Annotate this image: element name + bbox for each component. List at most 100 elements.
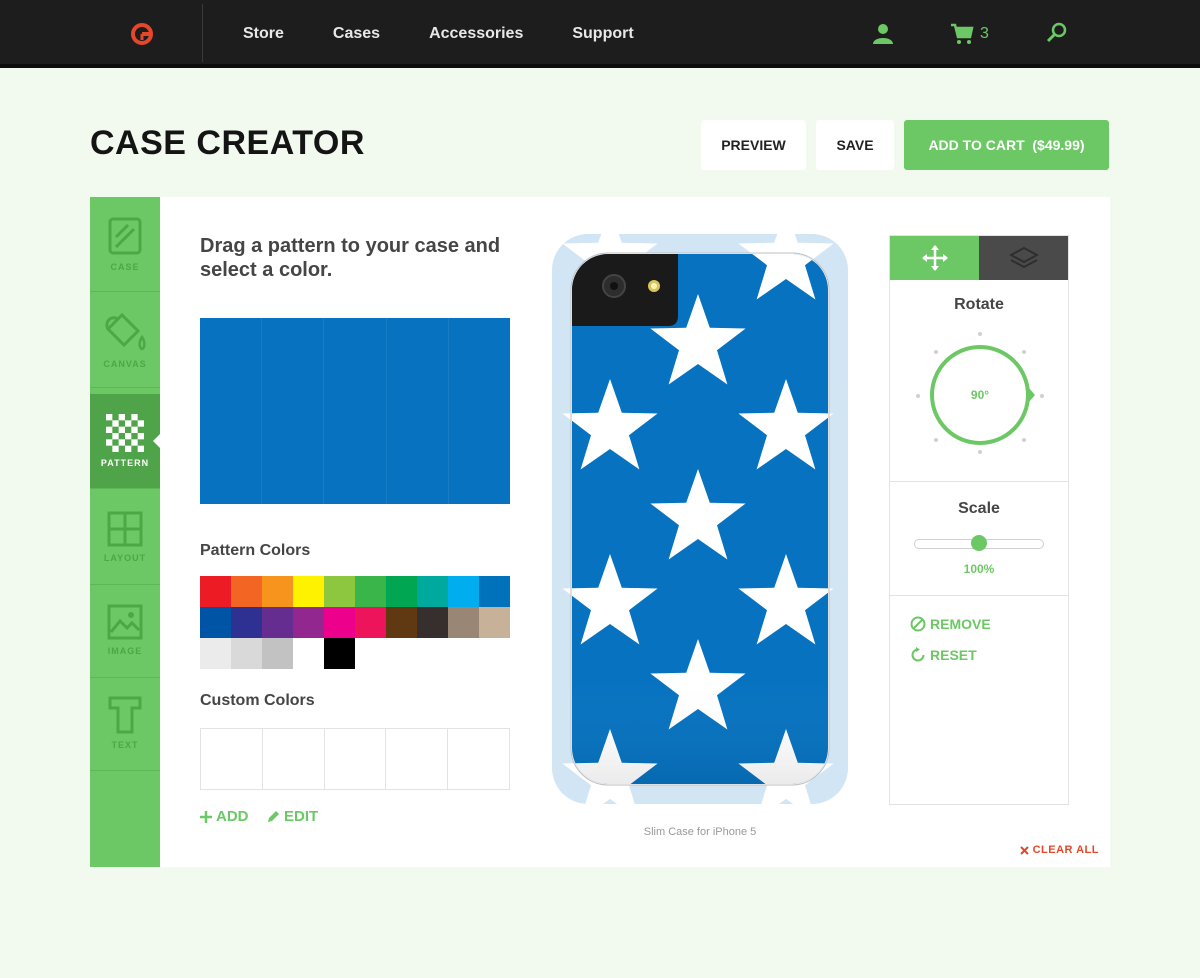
case-icon	[108, 217, 142, 255]
tool-sidebar: CASE CANVAS PATTERN LAYOUT IMAGE TEXT	[90, 197, 161, 867]
pattern-swatch[interactable]	[200, 318, 510, 504]
color-swatch[interactable]	[324, 638, 355, 669]
color-swatch[interactable]	[448, 576, 479, 607]
transform-tools-panel: Rotate 90° Scale 100% REMOVE RESET	[889, 235, 1069, 805]
sidebar-item-case[interactable]: CASE	[90, 197, 160, 292]
color-swatch[interactable]	[386, 576, 417, 607]
color-swatch[interactable]	[324, 607, 355, 638]
nav-link-accessories[interactable]: Accessories	[429, 25, 523, 43]
tool-tabs	[890, 236, 1068, 280]
add-to-cart-button[interactable]: ADD TO CART ($49.99)	[904, 120, 1109, 170]
nav-link-cases[interactable]: Cases	[333, 25, 380, 43]
color-swatch[interactable]	[200, 607, 231, 638]
page-title: CASE CREATOR	[90, 124, 365, 162]
remove-button[interactable]: REMOVE	[910, 616, 991, 632]
checkerboard-icon	[106, 414, 144, 452]
reset-button[interactable]: RESET	[910, 647, 977, 663]
pattern-instructions: Drag a pattern to your case and select a…	[200, 235, 501, 281]
color-swatch[interactable]	[231, 638, 262, 669]
pattern-color-palette	[200, 576, 510, 669]
scale-value: 100%	[963, 562, 995, 576]
nav-link-support[interactable]: Support	[572, 25, 633, 43]
color-swatch[interactable]	[262, 607, 293, 638]
sidebar-item-label: CASE	[110, 262, 140, 272]
text-icon	[108, 696, 142, 734]
color-swatch[interactable]	[231, 576, 262, 607]
case-model-caption: Slim Case for iPhone 5	[643, 826, 757, 838]
nav-link-store[interactable]: Store	[243, 25, 284, 43]
pattern-colors-heading: Pattern Colors	[200, 542, 311, 559]
preview-button[interactable]: PREVIEW	[701, 120, 806, 170]
pattern-stripe	[200, 318, 263, 504]
custom-color-slot[interactable]	[201, 729, 263, 789]
case-creator-panel: CASE CANVAS PATTERN LAYOUT IMAGE TEXT Dr…	[90, 197, 1110, 867]
layout-grid-icon	[107, 511, 143, 547]
cart-count-badge[interactable]: 3	[980, 25, 989, 43]
clear-all-button[interactable]: CLEAR ALL	[1019, 844, 1099, 856]
scale-slider-thumb[interactable]	[971, 535, 987, 551]
logo-icon[interactable]	[128, 20, 156, 48]
color-swatch[interactable]	[231, 607, 262, 638]
reset-label: RESET	[930, 647, 977, 663]
rotate-heading: Rotate	[954, 296, 1004, 313]
rotate-value: 90°	[971, 388, 989, 402]
custom-color-slot[interactable]	[386, 729, 449, 789]
search-icon[interactable]	[1046, 22, 1068, 44]
sidebar-item-pattern[interactable]: PATTERN	[90, 394, 161, 489]
pencil-icon	[268, 811, 279, 822]
color-swatch[interactable]	[262, 576, 293, 607]
custom-colors-grid	[200, 728, 510, 790]
tool-divider	[890, 481, 1068, 482]
pattern-stripe	[324, 318, 387, 504]
color-swatch[interactable]	[293, 638, 324, 669]
color-swatch[interactable]	[479, 607, 510, 638]
color-swatch[interactable]	[417, 576, 448, 607]
sidebar-item-text[interactable]: TEXT	[90, 676, 160, 771]
sidebar-item-layout[interactable]: LAYOUT	[90, 490, 160, 585]
color-swatch[interactable]	[386, 607, 417, 638]
color-swatch[interactable]	[200, 638, 231, 669]
edit-color-label: EDIT	[284, 808, 319, 825]
color-swatch[interactable]	[448, 607, 479, 638]
tab-layers[interactable]	[979, 236, 1068, 280]
sidebar-item-label: IMAGE	[107, 646, 143, 656]
tab-move[interactable]	[890, 236, 979, 280]
color-swatch[interactable]	[200, 576, 231, 607]
color-swatch[interactable]	[417, 607, 448, 638]
remove-circle-icon	[910, 616, 926, 632]
move-arrows-icon	[921, 245, 948, 271]
active-indicator	[153, 433, 161, 449]
save-button[interactable]: SAVE	[816, 120, 894, 170]
nav-divider	[202, 4, 203, 62]
color-swatch[interactable]	[324, 576, 355, 607]
image-icon	[107, 604, 143, 640]
paint-bucket-icon	[105, 312, 146, 351]
custom-color-slot[interactable]	[325, 729, 387, 789]
custom-color-slot[interactable]	[263, 729, 325, 789]
sidebar-item-canvas[interactable]: CANVAS	[90, 293, 160, 388]
case-preview[interactable]	[552, 234, 848, 804]
add-color-button[interactable]: ADD	[200, 808, 249, 825]
custom-color-slot[interactable]	[448, 729, 509, 789]
sidebar-item-label: LAYOUT	[103, 553, 147, 563]
rotate-dial[interactable]: 90°	[915, 328, 1045, 458]
plus-icon	[200, 810, 212, 823]
sidebar-item-label: TEXT	[111, 740, 139, 750]
pattern-stripe	[449, 318, 510, 504]
nav-links: Store Cases Accessories Support	[243, 0, 683, 68]
case-preview-canvas	[552, 234, 848, 804]
sidebar-item-image[interactable]: IMAGE	[90, 583, 160, 678]
sidebar-item-label: PATTERN	[100, 458, 150, 468]
sidebar-item-label: CANVAS	[103, 359, 147, 369]
color-swatch[interactable]	[293, 576, 324, 607]
pattern-stripe	[387, 318, 449, 504]
color-swatch[interactable]	[479, 576, 510, 607]
color-swatch[interactable]	[355, 607, 386, 638]
user-icon[interactable]	[871, 22, 895, 46]
color-swatch[interactable]	[262, 638, 293, 669]
edit-color-button[interactable]: EDIT	[267, 808, 318, 825]
cart-icon[interactable]	[950, 22, 974, 46]
color-swatch[interactable]	[293, 607, 324, 638]
color-swatch[interactable]	[355, 576, 386, 607]
reset-icon	[911, 647, 925, 662]
